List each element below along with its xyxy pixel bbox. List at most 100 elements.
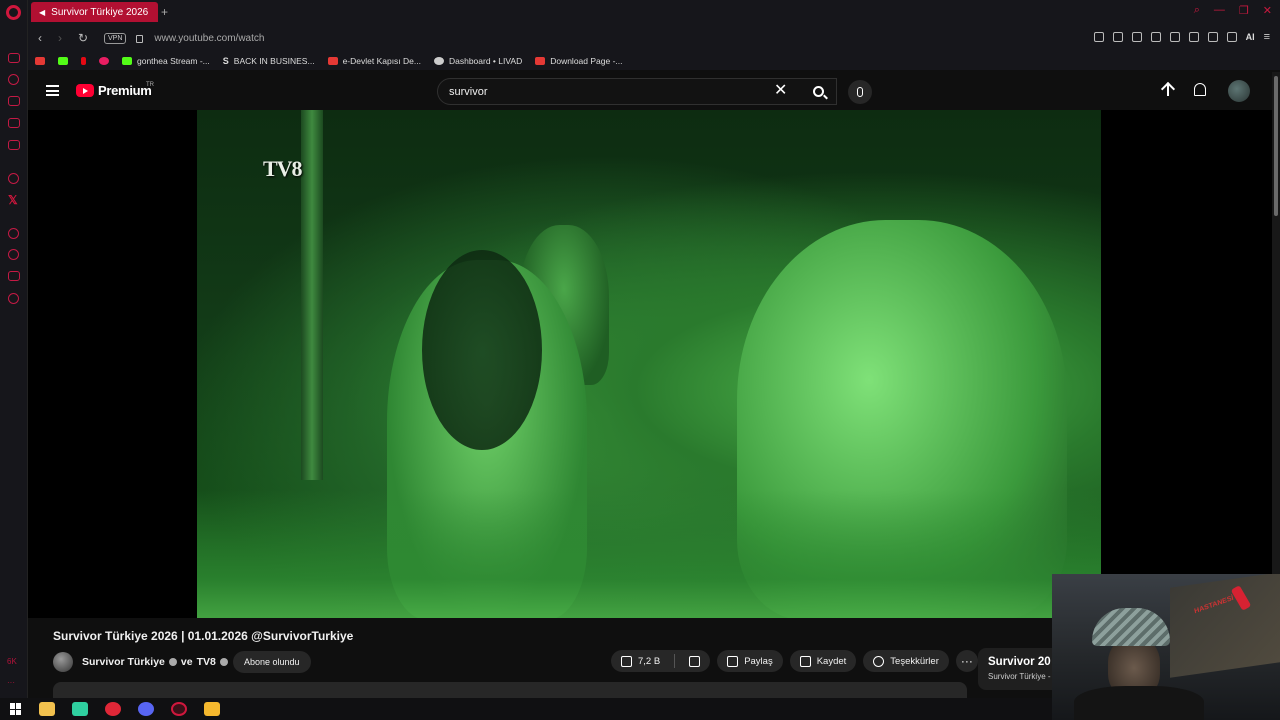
back-icon[interactable]: ‹ <box>38 31 48 45</box>
like-icon[interactable] <box>621 655 632 667</box>
bookmark-label: e-Devlet Kapısı De... <box>342 56 421 66</box>
more-icon[interactable]: ··· <box>7 678 15 687</box>
account-avatar[interactable] <box>1228 80 1250 102</box>
bookmark-item[interactable]: e-Devlet Kapısı De... <box>327 56 421 66</box>
like-dislike-group: 7,2 B <box>611 650 711 672</box>
ai-button[interactable]: AI <box>1246 32 1255 42</box>
screen: 𝕏 6K ··· ◀ Survivor Türkiye 2026 + ⌕ — ❐… <box>0 0 1280 720</box>
discord-icon[interactable] <box>8 173 19 184</box>
thanks-icon <box>873 655 885 667</box>
taskbar-app-icon[interactable] <box>204 702 220 716</box>
opera-logo-icon[interactable] <box>6 5 21 20</box>
taskbar-app-icon[interactable] <box>105 702 121 716</box>
settings-icon[interactable] <box>8 293 19 304</box>
channel-avatar[interactable] <box>53 652 73 672</box>
description-box[interactable] <box>53 682 967 698</box>
upload-icon[interactable] <box>1162 83 1174 99</box>
x-icon[interactable]: 𝕏 <box>8 193 18 207</box>
aria-icon[interactable] <box>8 53 20 63</box>
bookmark-item[interactable] <box>35 57 45 65</box>
search-tabs-icon[interactable]: ⌕ <box>1194 4 1200 17</box>
share-icon[interactable] <box>8 271 20 281</box>
opera-icon[interactable] <box>171 702 187 716</box>
s-icon: S <box>222 56 229 66</box>
reload-icon[interactable]: ↻ <box>78 31 88 45</box>
like-count[interactable]: 7,2 B <box>638 656 660 667</box>
close-icon[interactable]: ✕ <box>1263 4 1272 17</box>
heart-icon[interactable] <box>1169 32 1180 42</box>
scrollbar-thumb[interactable] <box>1274 76 1278 216</box>
youtube-play-icon <box>76 84 94 97</box>
windows-start-icon[interactable] <box>10 703 22 715</box>
minimize-icon[interactable]: — <box>1214 4 1225 17</box>
webcam-poster: HASTANESİ <box>1170 574 1280 678</box>
speaker-icon[interactable]: ◀ <box>39 8 45 17</box>
download-icon[interactable] <box>1226 32 1237 42</box>
bookmark-item[interactable]: S BACK IN BUSINES... <box>223 56 315 66</box>
collab-channel[interactable]: TV8 <box>197 656 216 668</box>
sidebar-counter: 6K <box>7 657 17 666</box>
channel-names: Survivor Türkiye ve TV8 <box>82 656 228 668</box>
bookmark-item[interactable]: Dashboard • LIVAD <box>433 56 522 66</box>
url-field[interactable]: www.youtube.com/watch <box>154 33 264 44</box>
pin-icon[interactable] <box>1093 32 1104 42</box>
add-icon[interactable] <box>8 228 19 239</box>
restore-icon[interactable]: ❐ <box>1239 4 1249 17</box>
bookmark-item[interactable]: Download Page -... <box>535 56 623 66</box>
menu-icon[interactable]: ≡ <box>1264 32 1270 43</box>
dislike-icon[interactable] <box>689 655 701 667</box>
bookmark-item[interactable]: gonthea Stream -... <box>122 56 210 66</box>
briefcase-icon[interactable] <box>8 96 20 106</box>
tab-active[interactable]: ◀ Survivor Türkiye 2026 <box>31 2 158 22</box>
kick-icon <box>122 57 132 65</box>
search-value: survivor <box>449 85 488 98</box>
subscribe-button[interactable]: Abone olundu <box>233 651 311 673</box>
history-icon[interactable] <box>8 249 19 260</box>
extensions-icon[interactable] <box>1188 32 1199 42</box>
address-tools: AI ≡ <box>1093 32 1270 43</box>
tab-title: Survivor Türkiye 2026 <box>51 6 149 18</box>
play-icon[interactable] <box>1150 32 1161 42</box>
netflix-icon <box>81 57 86 65</box>
lock-icon[interactable] <box>136 35 144 43</box>
twitch-icon[interactable] <box>8 118 20 128</box>
vpn-badge[interactable]: VPN <box>104 32 127 44</box>
heart-icon <box>99 57 109 65</box>
forward-icon[interactable]: › <box>58 31 68 45</box>
channel-name[interactable]: Survivor Türkiye <box>82 656 165 668</box>
bookmark-item[interactable] <box>99 57 109 65</box>
video-frame[interactable]: TV8 <box>197 110 1101 618</box>
telegram-icon[interactable] <box>8 140 20 150</box>
new-tab-button[interactable]: + <box>161 5 168 19</box>
verified-icon <box>168 658 177 666</box>
webcam-overlay: HASTANESİ <box>1052 574 1280 720</box>
bookmark-item[interactable] <box>58 57 68 65</box>
search-button[interactable] <box>798 78 838 105</box>
video-title: Survivor Türkiye 2026 | 01.01.2026 @Surv… <box>53 629 354 643</box>
shield-icon[interactable] <box>1131 32 1142 42</box>
snapshot-icon[interactable] <box>1112 32 1123 42</box>
player-icon[interactable] <box>8 74 19 85</box>
bookmark-icon <box>799 655 811 667</box>
notifications-icon[interactable] <box>1194 83 1206 96</box>
file-explorer-icon[interactable] <box>39 702 55 716</box>
edevlet-icon <box>327 57 338 65</box>
save-button[interactable]: Kaydet <box>789 650 857 672</box>
video-player[interactable]: TV8 <box>28 110 1272 618</box>
voice-search-button[interactable] <box>848 80 872 104</box>
more-actions-button[interactable]: ··· <box>955 650 978 672</box>
profile-icon[interactable] <box>1207 32 1218 42</box>
bookmark-label: gonthea Stream -... <box>137 56 210 66</box>
microphone-icon <box>857 87 863 97</box>
address-bar: ‹ › ↻ VPN www.youtube.com/watch AI ≡ <box>28 24 1280 52</box>
taskbar-app-icon[interactable] <box>72 702 88 716</box>
discord-icon[interactable] <box>138 702 154 716</box>
menu-icon[interactable] <box>46 85 59 96</box>
clear-search-icon[interactable]: ✕ <box>774 80 787 100</box>
youtube-logo[interactable]: Premium <box>76 83 152 98</box>
thanks-button[interactable]: Teşekkürler <box>863 650 949 672</box>
bookmark-item[interactable] <box>81 57 86 65</box>
share-button[interactable]: Paylaş <box>717 650 783 672</box>
taskbar <box>0 698 1052 720</box>
region-code: TR <box>146 82 154 88</box>
